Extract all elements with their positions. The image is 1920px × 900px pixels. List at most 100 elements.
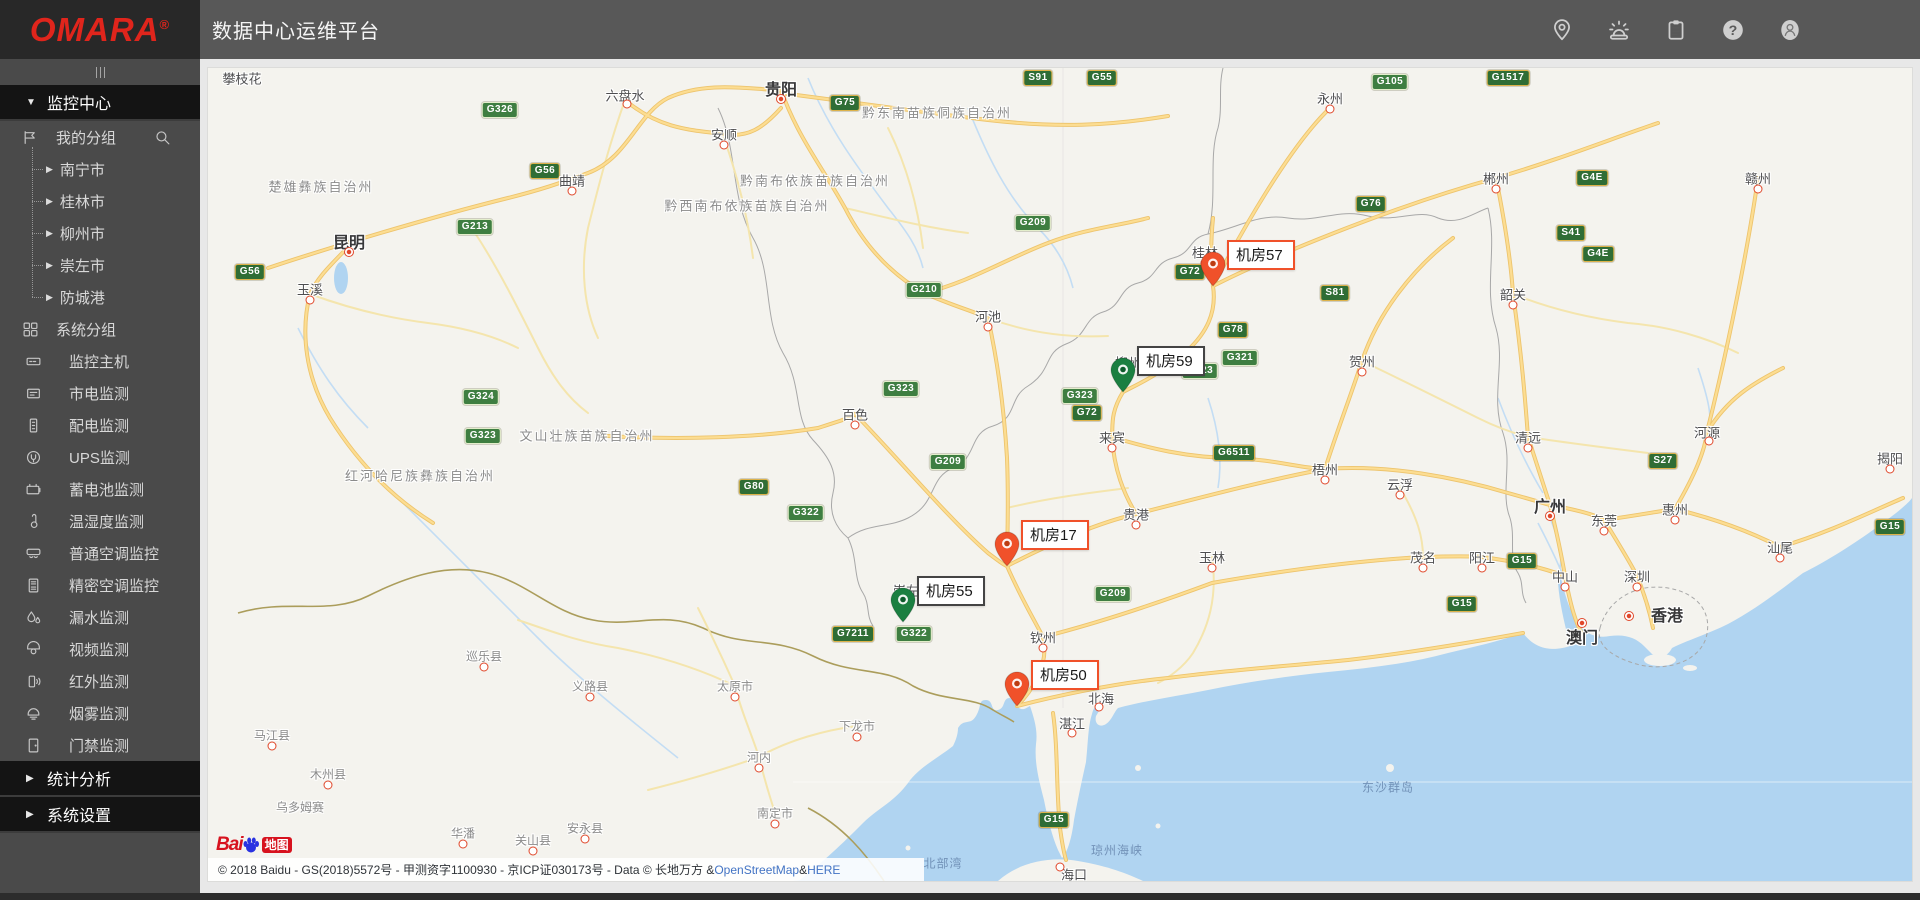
battery-icon [25,481,42,498]
infrared-icon [25,673,42,690]
machine-room-label[interactable]: 机房17 [1021,520,1089,550]
item-label: 防城港 [60,287,105,308]
road-shield: G15 [1875,519,1905,535]
city-dot [1545,511,1555,521]
road-shield: G15 [1039,812,1069,828]
sidebar-section-monitoring-center[interactable]: ▼监控中心 [0,85,200,121]
sidebar-item-door-access[interactable]: 门禁监测 [0,729,200,761]
sidebar-item-mains-power[interactable]: 市电监测 [0,377,200,409]
map-canvas[interactable]: 贵阳昆明广州香港澳门攀枝花六盘水安顺曲靖玉溪百色河池来宾贵港玉林梧州贺州郴州永州… [208,68,1912,881]
map-label: 黔西南布依族苗族自治州 [664,196,829,215]
sidebar-item-guilin[interactable]: ▶桂林市 [0,185,200,217]
road-shield: G209 [1015,215,1051,231]
road-shield: G323 [883,381,919,397]
machine-room-pin-normal[interactable] [890,587,916,623]
road-shield: G326 [482,102,518,118]
machine-room-pin-alarm[interactable] [1004,671,1030,707]
road-shield: G322 [896,626,932,642]
sidebar-item-nanning[interactable]: ▶南宁市 [0,153,200,185]
page-title: 数据中心运维平台 [212,15,380,44]
machine-room-label[interactable]: 机房55 [917,576,985,606]
sidebar-section-system-settings[interactable]: ▶系统设置 [0,797,200,833]
sidebar-tree: ▶南宁市▶桂林市▶柳州市▶崇左市▶防城港 [0,153,200,313]
sidebar-item-battery[interactable]: 蓄电池监测 [0,473,200,505]
sidebar-item-chongzuo[interactable]: ▶崇左市 [0,249,200,281]
help-icon[interactable]: ? [1721,18,1745,42]
smoke-icon [25,705,42,722]
city-dot [771,820,780,829]
map-label: 黔东南苗族侗族自治州 [862,103,1012,122]
ups-icon [25,449,42,466]
precision-ac-icon [25,577,42,594]
alarm-icon[interactable] [1607,18,1631,42]
machine-room-label[interactable]: 机房59 [1137,346,1205,376]
baidu-map-logo[interactable]: Bai 地图 [216,833,292,857]
city-dot [1321,476,1330,485]
road-shield: S27 [1648,453,1677,469]
machine-room-label[interactable]: 机房57 [1227,240,1295,270]
sidebar-item-system-groups[interactable]: 系统分组 [0,313,200,345]
sidebar-item-precision-ac[interactable]: 精密空调监控 [0,569,200,601]
city-dot [1208,564,1217,573]
item-label: 普通空调监控 [69,543,159,564]
temp-humidity-icon [25,513,42,530]
machine-room-pin-alarm[interactable] [1200,251,1226,287]
city-dot [851,421,860,430]
machine-room-label[interactable]: 机房50 [1031,660,1099,690]
sidebar-section-statistics[interactable]: ▶统计分析 [0,761,200,797]
copyright-text: © 2018 Baidu - GS(2018)5572号 - 甲测资字11009… [218,861,714,878]
sidebar: ▼监控中心我的分组▶南宁市▶桂林市▶柳州市▶崇左市▶防城港系统分组监控主机市电监… [0,59,200,893]
chevron-right-icon: ▶ [46,292,53,303]
sidebar-item-video[interactable]: 视频监测 [0,633,200,665]
sidebar-item-power-distribution[interactable]: 配电监测 [0,409,200,441]
sidebar-item-ups[interactable]: UPS监测 [0,441,200,473]
sidebar-item-water-leak[interactable]: 漏水监测 [0,601,200,633]
machine-room-pin-normal[interactable] [1110,357,1136,393]
location-pin-icon[interactable] [1550,18,1574,42]
map-label: 文山壮族苗族自治州 [519,426,654,445]
sidebar-item-temp-humidity[interactable]: 温湿度监测 [0,505,200,537]
sidebar-item-fangchenggang[interactable]: ▶ 防城港 [0,281,200,313]
city-dot [324,781,333,790]
machine-room-pin-alarm[interactable] [994,531,1020,567]
city-dot [720,141,729,150]
here-link[interactable]: HERE [807,863,840,877]
road-shield: G321 [1222,350,1258,366]
road-shield: G15 [1507,553,1537,569]
sidebar-item-liuzhou[interactable]: ▶柳州市 [0,217,200,249]
sidebar-collapse-handle[interactable] [0,59,200,85]
road-shield: G6511 [1213,445,1255,461]
chevron-right-icon: ▶ [46,196,53,207]
item-label: 温湿度监测 [69,511,144,532]
city-dot [1633,583,1642,592]
road-shield: G80 [739,479,769,495]
chevron-right-icon: ▶ [46,228,53,239]
road-shield: G72 [1072,405,1102,421]
map-label: 乌多姆赛 [276,799,324,816]
logs-icon[interactable] [1664,18,1688,42]
road-shield: G210 [906,282,942,298]
city-dot [568,187,577,196]
host-icon [25,353,42,370]
road-shield: G56 [235,264,265,280]
city-dot [1524,444,1533,453]
item-label: 红外监测 [69,671,129,692]
city-dot [984,323,993,332]
user-avatar-icon[interactable] [1778,18,1802,42]
road-shield: G15 [1447,596,1477,612]
chevron-right-icon: ▶ [46,260,53,271]
ac-icon [25,545,42,562]
baidu-map-badge: 地图 [262,837,292,853]
item-label: 系统分组 [56,319,116,340]
map-label: 北部湾 [923,855,962,872]
sidebar-item-infrared[interactable]: 红外监测 [0,665,200,697]
search-icon[interactable] [154,129,171,146]
item-label: 门禁监测 [69,735,129,756]
sidebar-item-ac[interactable]: 普通空调监控 [0,537,200,569]
map-label: 黔南布依族苗族自治州 [740,171,890,190]
sidebar-item-host-monitoring[interactable]: 监控主机 [0,345,200,377]
sidebar-item-my-groups[interactable]: 我的分组 [0,121,200,153]
sidebar-item-smoke[interactable]: 烟雾监测 [0,697,200,729]
openstreetmap-link[interactable]: OpenStreetMap [714,863,799,877]
city-dot [1396,491,1405,500]
